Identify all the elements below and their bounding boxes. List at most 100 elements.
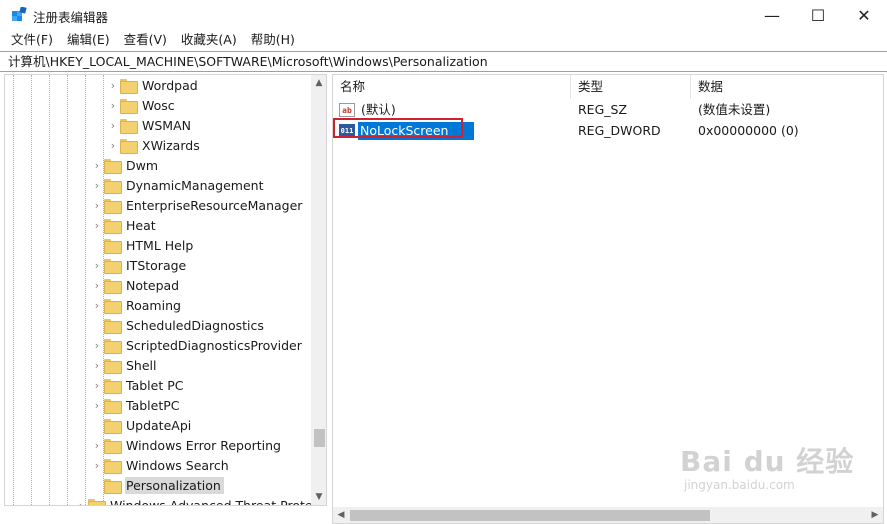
menu-file[interactable]: 文件(F): [0, 30, 60, 50]
column-header-data[interactable]: 数据: [691, 75, 883, 99]
chevron-right-icon[interactable]: ›: [90, 155, 104, 175]
tree-item-label: Shell: [126, 357, 157, 373]
watermark-logo: Bai du 经验: [680, 445, 855, 478]
value-name: (默认): [361, 102, 396, 117]
maximize-icon: ☐: [810, 5, 826, 25]
watermark-url: jingyan.baidu.com: [684, 478, 795, 492]
tree-item-label: Roaming: [126, 297, 181, 313]
chevron-right-icon[interactable]: ›: [90, 395, 104, 415]
tree-item-label: Windows Advanced Threat Protect: [110, 497, 325, 506]
chevron-right-icon[interactable]: ›: [90, 355, 104, 375]
tree-item-label: Windows Error Reporting: [126, 437, 281, 453]
tree-item-label: ITStorage: [126, 257, 187, 273]
tree-item-notepad[interactable]: › Notepad: [90, 275, 182, 295]
chevron-right-icon[interactable]: ›: [90, 335, 104, 355]
scroll-left-icon[interactable]: ◀: [333, 507, 349, 523]
folder-icon: [120, 118, 138, 134]
tree-item-tabletpc[interactable]: › TabletPC: [90, 395, 183, 415]
scroll-thumb[interactable]: [314, 429, 325, 447]
tree-item-label: HTML Help: [126, 237, 194, 253]
value-row-default[interactable]: ab (默认) REG_SZ (数值未设置): [333, 100, 883, 120]
title-bar: 注册表编辑器 — ☐ ✕: [0, 0, 887, 30]
maximize-button[interactable]: ☐: [795, 0, 841, 30]
string-value-icon: ab: [339, 103, 355, 117]
value-row-nolockscreen[interactable]: 011 NoLockScreen REG_DWORD 0x00000000 (0…: [333, 118, 883, 141]
tree-guide-line: [67, 75, 68, 505]
tree-item-dwm[interactable]: › Dwm: [90, 155, 161, 175]
chevron-right-icon[interactable]: ›: [106, 135, 120, 155]
tree-item-enterpriseresourcemanager[interactable]: › EnterpriseResourceManager: [90, 195, 305, 215]
tree-item-label: TabletPC: [126, 397, 180, 413]
tree-item-html-help[interactable]: HTML Help: [90, 235, 196, 255]
scroll-up-icon[interactable]: ▲: [311, 75, 326, 91]
scroll-thumb[interactable]: [350, 510, 710, 521]
tree-item-heat[interactable]: › Heat: [90, 215, 159, 235]
chevron-right-icon[interactable]: ›: [90, 295, 104, 315]
tree-item-label: EnterpriseResourceManager: [126, 197, 303, 213]
tree-item-itstorage[interactable]: › ITStorage: [90, 255, 189, 275]
menu-help[interactable]: 帮助(H): [244, 30, 302, 50]
chevron-right-icon[interactable]: ›: [90, 455, 104, 475]
minimize-icon: —: [764, 5, 780, 25]
column-header-type[interactable]: 类型: [571, 75, 691, 99]
folder-icon: [104, 338, 122, 354]
tree-item-tablet-pc[interactable]: › Tablet PC: [90, 375, 186, 395]
close-button[interactable]: ✕: [841, 0, 887, 30]
tree-item-label: Personalization: [125, 476, 224, 494]
folder-icon: [104, 258, 122, 274]
tree-guide-line: [49, 75, 50, 505]
registry-editor-icon: [12, 7, 27, 21]
tree-item-personalization[interactable]: Personalization: [90, 475, 224, 495]
tree-item-shell[interactable]: › Shell: [90, 355, 160, 375]
chevron-right-icon[interactable]: ›: [90, 435, 104, 455]
folder-icon: [104, 458, 122, 474]
column-header-name[interactable]: 名称: [333, 75, 571, 99]
scroll-down-icon[interactable]: ▼: [311, 489, 326, 505]
folder-icon: [104, 318, 122, 334]
folder-icon: [120, 98, 138, 114]
menu-edit[interactable]: 编辑(E): [60, 30, 117, 50]
folder-icon: [104, 178, 122, 194]
chevron-right-icon[interactable]: ›: [90, 375, 104, 395]
chevron-right-icon[interactable]: ›: [106, 75, 120, 95]
chevron-right-icon[interactable]: ›: [90, 255, 104, 275]
menu-view[interactable]: 查看(V): [117, 30, 174, 50]
tree-item-windows-error-reporting[interactable]: › Windows Error Reporting: [90, 435, 284, 455]
tree-item-scripteddiagnosticsprovider[interactable]: › ScriptedDiagnosticsProvider: [90, 335, 305, 355]
chevron-right-icon[interactable]: ›: [90, 275, 104, 295]
chevron-right-icon[interactable]: ›: [106, 115, 120, 135]
tree-item-roaming[interactable]: › Roaming: [90, 295, 184, 315]
tree-item-xwizards[interactable]: › XWizards: [106, 135, 203, 155]
tree-item-dynamicmanagement[interactable]: › DynamicManagement: [90, 175, 266, 195]
folder-icon: [104, 378, 122, 394]
tree-item-scheduleddiagnostics[interactable]: ScheduledDiagnostics: [90, 315, 267, 335]
chevron-right-icon[interactable]: ›: [106, 95, 120, 115]
tree-item-wsman[interactable]: › WSMAN: [106, 115, 194, 135]
close-icon: ✕: [857, 5, 871, 25]
no-chevron: [90, 315, 104, 335]
minimize-button[interactable]: —: [749, 0, 795, 30]
list-horizontal-scrollbar[interactable]: ◀ ▶: [333, 507, 883, 523]
tree-item-wordpad[interactable]: › Wordpad: [106, 75, 201, 95]
tree-vertical-scrollbar[interactable]: ▲ ▼: [311, 75, 326, 505]
address-bar[interactable]: 计算机\HKEY_LOCAL_MACHINE\SOFTWARE\Microsof…: [0, 51, 887, 72]
folder-icon: [104, 158, 122, 174]
folder-icon: [120, 78, 138, 94]
folder-icon: [104, 198, 122, 214]
tree-item-wosc[interactable]: › Wosc: [106, 95, 178, 115]
scroll-right-icon[interactable]: ▶: [867, 507, 883, 523]
tree-item-label: DynamicManagement: [126, 177, 264, 193]
chevron-right-icon[interactable]: ›: [90, 175, 104, 195]
no-chevron: [90, 415, 104, 435]
folder-icon: [104, 298, 122, 314]
tree-item-updateapi[interactable]: UpdateApi: [90, 415, 194, 435]
tree-item-windows-search[interactable]: › Windows Search: [90, 455, 232, 475]
tree-item-windows-advanced-threat-protection[interactable]: › Windows Advanced Threat Protect: [74, 495, 326, 506]
tree-pane: › Wordpad › Wosc › WSMAN › XWizards › Dwm › Dy…: [4, 74, 327, 506]
chevron-right-icon[interactable]: ›: [74, 495, 88, 506]
menu-favorites[interactable]: 收藏夹(A): [174, 30, 244, 50]
chevron-right-icon[interactable]: ›: [90, 195, 104, 215]
chevron-right-icon[interactable]: ›: [90, 215, 104, 235]
tree-guide-line: [85, 75, 86, 505]
value-data: (数值未设置): [698, 102, 771, 117]
